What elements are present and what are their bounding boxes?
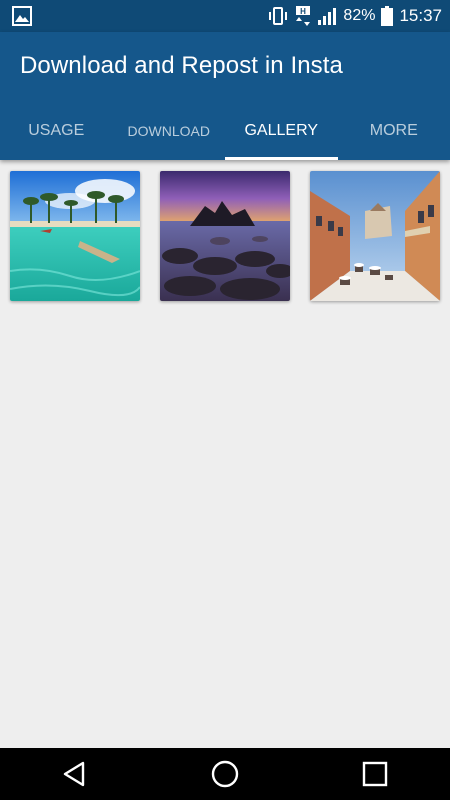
svg-text:H: H bbox=[301, 7, 307, 16]
app-bar: Download and Repost in Insta USAGE DOWNL… bbox=[0, 32, 450, 160]
home-icon bbox=[211, 760, 239, 788]
status-icons: H 82% 15:37 bbox=[267, 0, 442, 32]
tab-label: MORE bbox=[369, 122, 418, 139]
navigation-bar bbox=[0, 748, 450, 800]
data-transfer-icon: H bbox=[295, 5, 311, 27]
beach-image bbox=[10, 171, 140, 301]
tab-label: DOWNLOAD bbox=[127, 123, 210, 139]
screen: H 82% 15:37 Download and Repost in Insta… bbox=[0, 0, 450, 800]
app-title: Download and Repost in Insta bbox=[20, 52, 344, 79]
battery-percent: 82% bbox=[343, 7, 376, 24]
tab-usage[interactable]: USAGE bbox=[0, 102, 113, 160]
tab-label: GALLERY bbox=[244, 122, 319, 139]
coast-image bbox=[160, 171, 290, 301]
signal-icon bbox=[317, 6, 337, 26]
tab-label: USAGE bbox=[28, 122, 85, 139]
back-button[interactable] bbox=[45, 748, 105, 800]
clock: 15:37 bbox=[399, 6, 442, 25]
image-notification-icon bbox=[12, 6, 32, 26]
street-image bbox=[310, 171, 440, 301]
gallery-thumbnail-coast[interactable] bbox=[160, 171, 290, 301]
recents-icon bbox=[362, 761, 388, 787]
status-bar: H 82% 15:37 bbox=[0, 0, 450, 32]
vibrate-icon bbox=[267, 6, 289, 26]
battery-icon bbox=[381, 6, 394, 26]
tab-download[interactable]: DOWNLOAD bbox=[113, 102, 226, 160]
tab-bar: USAGE DOWNLOAD GALLERY MORE bbox=[0, 102, 450, 160]
gallery-thumbnail-street[interactable] bbox=[310, 171, 440, 301]
tab-more[interactable]: MORE bbox=[338, 102, 450, 160]
back-icon bbox=[63, 761, 85, 787]
gallery-grid bbox=[10, 171, 440, 301]
recents-button[interactable] bbox=[345, 748, 405, 800]
home-button[interactable] bbox=[195, 748, 255, 800]
gallery-thumbnail-beach[interactable] bbox=[10, 171, 140, 301]
tab-gallery[interactable]: GALLERY bbox=[225, 102, 338, 160]
